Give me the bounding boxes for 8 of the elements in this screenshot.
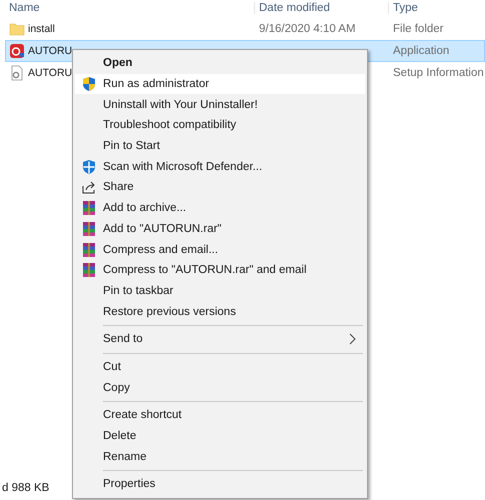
file-type: File folder — [392, 23, 444, 35]
date-modified: 9/16/2020 4:10 AM — [259, 23, 356, 35]
file-name: install — [28, 23, 55, 35]
file-name: AUTORU — [28, 45, 72, 57]
file-name: AUTORU — [28, 67, 72, 79]
status-text: d 988 KB — [1, 482, 50, 496]
file-type: Setup Information — [392, 67, 484, 79]
file-type: Application — [392, 45, 450, 57]
